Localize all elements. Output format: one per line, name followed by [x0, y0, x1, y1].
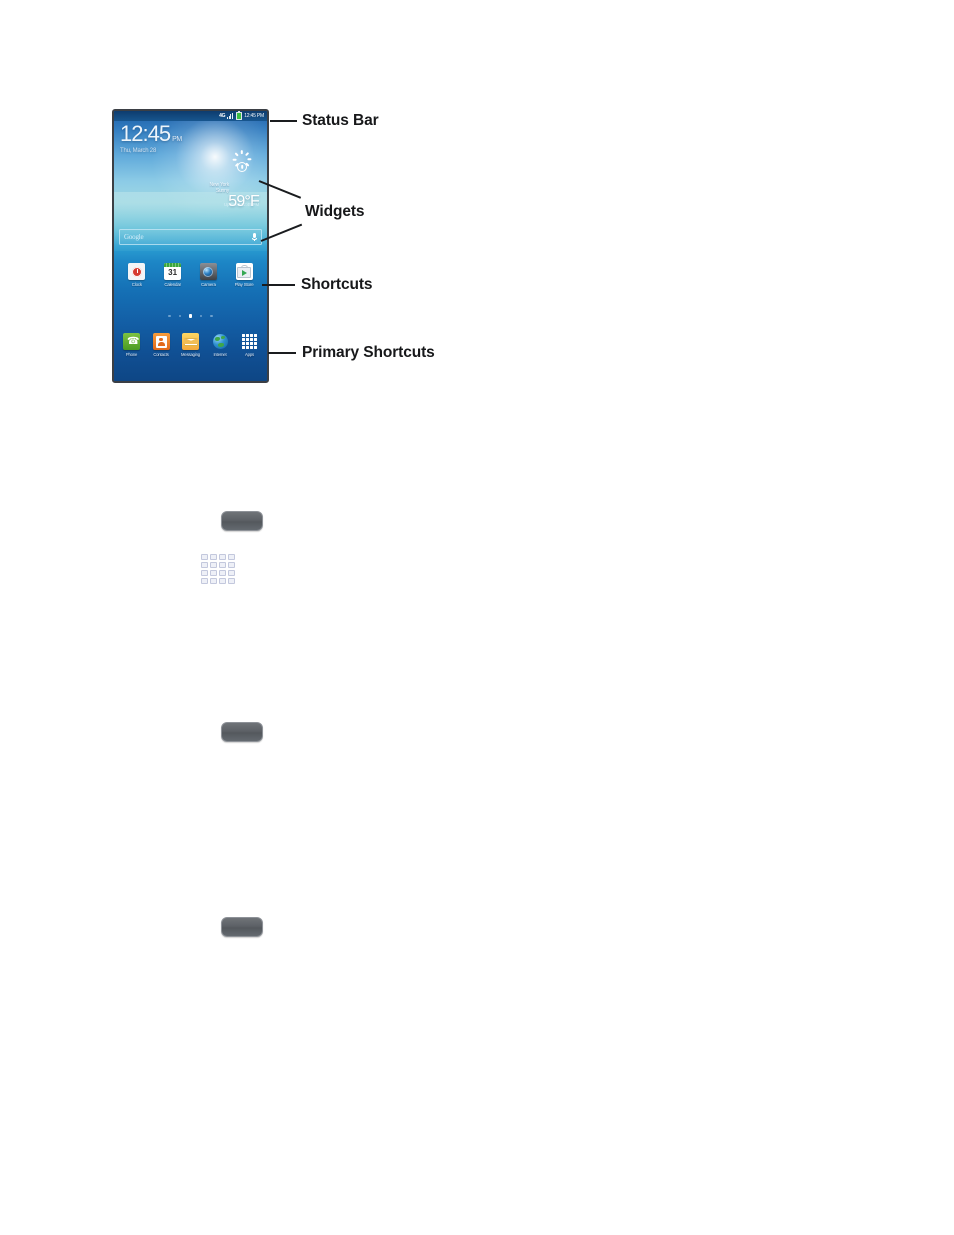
leader-line-status-bar [270, 120, 297, 122]
clock-widget-date: Thu, March 28 [120, 148, 157, 154]
status-bar: 4G 12:45 PM [114, 111, 267, 121]
messaging-icon [182, 333, 199, 350]
calendar-icon: 31 [164, 263, 182, 280]
leader-line-shortcuts [262, 284, 295, 286]
page-dot[interactable] [210, 315, 213, 318]
clock-icon [128, 263, 146, 280]
internet-globe-icon [212, 333, 229, 350]
apps-grid-icon [201, 554, 235, 584]
shortcut-label: Play Store [234, 282, 254, 287]
primary-shortcut-label: Messaging [181, 352, 200, 357]
shortcut-play-store[interactable]: Play Store [229, 263, 259, 287]
homescreen-annotated-figure: 4G 12:45 PM 12:45 PM Thu, March 28 New Y… [0, 0, 954, 420]
calendar-day-number: 31 [168, 268, 178, 277]
primary-shortcut-internet[interactable]: Internet [206, 333, 235, 357]
primary-shortcut-label: Internet [213, 352, 227, 357]
battery-icon [236, 111, 243, 121]
home-key-icon [221, 722, 263, 742]
microphone-icon[interactable] [252, 232, 257, 242]
primary-shortcut-label: Apps [245, 352, 254, 357]
clock-widget-ampm: PM [172, 136, 182, 143]
phone-device: 4G 12:45 PM 12:45 PM Thu, March 28 New Y… [112, 109, 269, 383]
primary-shortcuts-row: ☎ Phone Contacts Messaging Internet Apps [117, 333, 264, 357]
phone-icon: ☎ [123, 333, 140, 350]
callout-status-bar: Status Bar [302, 112, 379, 129]
google-logo: Google [124, 233, 144, 241]
signal-bars-icon [227, 113, 234, 120]
callout-shortcuts: Shortcuts [301, 276, 373, 293]
camera-icon [199, 263, 217, 280]
home-page-indicator[interactable] [114, 314, 267, 318]
network-type-label: 4G [219, 112, 226, 119]
contacts-icon [152, 333, 170, 350]
page-dot[interactable] [178, 315, 181, 318]
page-dot[interactable] [168, 315, 171, 318]
shortcut-camera[interactable]: Camera [193, 263, 223, 287]
callout-widgets: Widgets [305, 203, 365, 220]
weather-condition: Sunny [215, 188, 229, 194]
shortcut-label: Calendar [164, 282, 181, 287]
weather-widget[interactable]: New York Sunny 59°F Updated 12:45 PM [169, 149, 261, 210]
play-store-icon [235, 263, 253, 280]
sun-icon [231, 149, 253, 178]
primary-shortcut-messaging[interactable]: Messaging [176, 333, 205, 357]
shortcuts-row: Clock 31 Calendar Camera Play Store [119, 263, 262, 287]
clock-widget-time: 12:45 [120, 121, 171, 146]
leader-line-primary-shortcuts [268, 352, 296, 354]
callout-primary-shortcuts: Primary Shortcuts [302, 344, 435, 361]
shortcut-label: Clock [131, 282, 142, 287]
google-search-widget[interactable]: Google [119, 229, 262, 245]
shortcut-label: Camera [201, 282, 216, 287]
clock-widget[interactable]: 12:45 PM Thu, March 28 [120, 121, 182, 155]
shortcut-clock[interactable]: Clock [122, 263, 152, 287]
weather-updated-label: Updated 12:45 PM [223, 202, 259, 207]
primary-shortcut-apps[interactable]: Apps [235, 333, 264, 357]
phone-screen: 4G 12:45 PM 12:45 PM Thu, March 28 New Y… [114, 111, 267, 381]
primary-shortcut-contacts[interactable]: Contacts [147, 333, 176, 357]
page-dot[interactable] [200, 315, 203, 318]
primary-shortcut-label: Phone [125, 352, 138, 357]
primary-shortcut-phone[interactable]: ☎ Phone [117, 333, 146, 357]
page-dot-active[interactable] [188, 314, 193, 318]
home-key-icon [221, 511, 263, 531]
home-key-icon [221, 917, 263, 937]
status-bar-clock: 12:45 PM [244, 112, 264, 119]
apps-grid-icon [241, 333, 258, 350]
primary-shortcut-label: Contacts [153, 352, 169, 357]
shortcut-calendar[interactable]: 31 Calendar [158, 263, 188, 287]
